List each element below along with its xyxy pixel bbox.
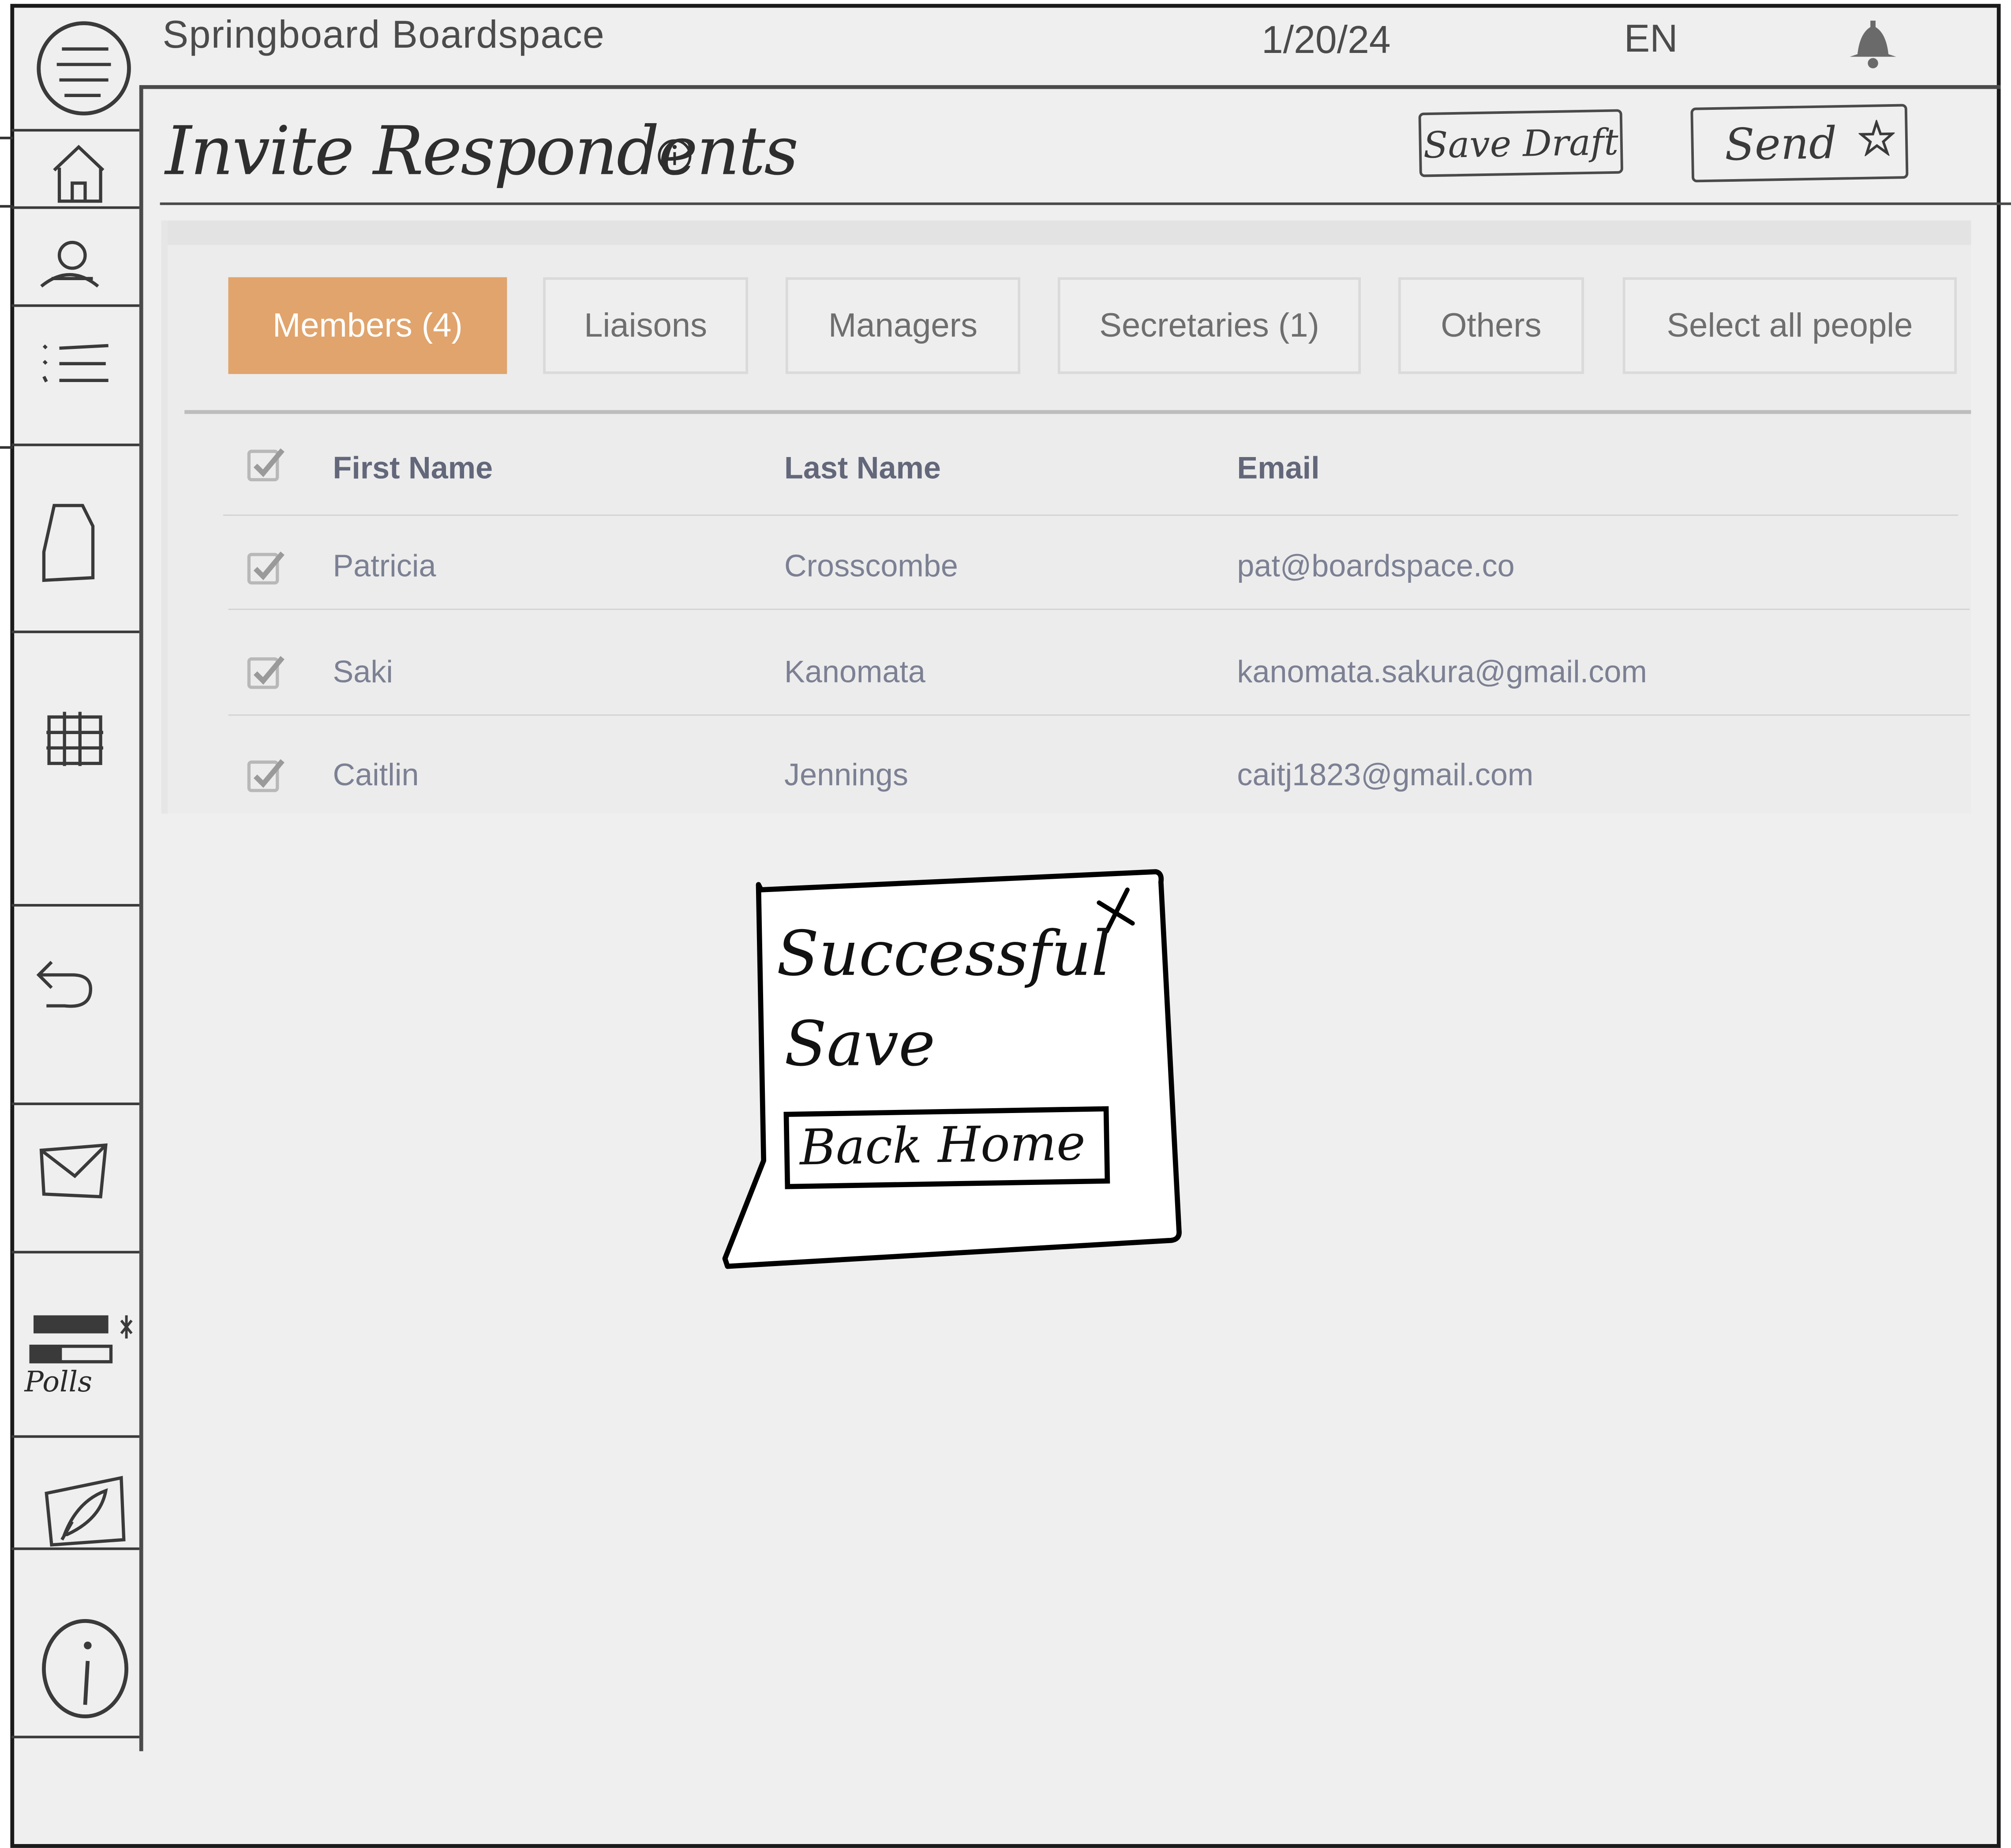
panel-top-bar: [161, 220, 1971, 245]
tab-liaisons[interactable]: Liaisons: [543, 277, 749, 374]
cell-email: caitj1823@gmail.com: [1237, 758, 1534, 793]
tabs-divider: [184, 410, 1971, 414]
header-row-divider: [223, 514, 1959, 516]
sidebar-separator: [11, 630, 139, 633]
column-header-email[interactable]: Email: [1237, 451, 1319, 487]
page-title: Invite Respondents: [165, 113, 798, 191]
tab-select-all[interactable]: Select all people: [1622, 277, 1957, 374]
cell-first-name: Patricia: [333, 549, 436, 585]
column-header-first-name[interactable]: First Name: [333, 451, 493, 487]
sidebar-divider: [139, 87, 143, 1751]
sidebar-tick: [0, 446, 13, 449]
header-divider: [139, 85, 2001, 89]
save-draft-button[interactable]: Save Draft: [1418, 109, 1624, 177]
polls-label: Polls: [24, 1367, 93, 1399]
sidebar-separator: [11, 443, 139, 446]
sidebar-separator: [11, 129, 139, 132]
undo-icon[interactable]: [34, 957, 98, 1014]
column-header-last-name[interactable]: Last Name: [784, 451, 941, 487]
row-checkbox[interactable]: [247, 654, 285, 690]
bell-icon[interactable]: [1845, 18, 1902, 70]
user-icon[interactable]: [36, 240, 106, 294]
cell-last-name: Crosscombe: [784, 549, 958, 585]
sidebar-separator: [11, 1736, 139, 1739]
cell-first-name: Saki: [333, 655, 393, 690]
grid-icon[interactable]: [44, 709, 108, 768]
sidebar-tick: [0, 136, 13, 139]
select-all-checkbox[interactable]: [247, 446, 285, 482]
back-home-button[interactable]: Back Home: [783, 1106, 1110, 1189]
polls-icon[interactable]: [26, 1310, 139, 1369]
row-checkbox[interactable]: [247, 757, 285, 793]
star-icon: [1858, 120, 1895, 157]
cell-last-name: Kanomata: [784, 655, 925, 690]
row-checkbox[interactable]: [247, 549, 285, 585]
info-icon[interactable]: [655, 137, 694, 176]
dialog-message-line2: Save: [784, 1008, 936, 1081]
tab-members[interactable]: Members (4): [228, 277, 507, 374]
back-home-label: Back Home: [799, 1114, 1086, 1176]
row-divider: [228, 608, 1970, 610]
edit-icon[interactable]: [39, 1475, 129, 1550]
sidebar-separator: [11, 1251, 139, 1254]
list-icon[interactable]: [36, 338, 116, 390]
language-selector[interactable]: EN: [1624, 18, 1678, 62]
sidebar-separator: [11, 304, 139, 307]
success-dialog: Successful Save Back Home: [722, 869, 1184, 1271]
sidebar-separator: [11, 1102, 139, 1106]
tab-others[interactable]: Others: [1398, 277, 1584, 374]
tab-managers[interactable]: Managers: [785, 277, 1021, 374]
sidebar-tick: [0, 205, 13, 208]
cell-email: pat@boardspace.co: [1237, 549, 1515, 585]
send-button[interactable]: Send: [1690, 104, 1909, 183]
tab-secretaries[interactable]: Secretaries (1): [1057, 277, 1361, 374]
document-icon[interactable]: [39, 500, 98, 585]
home-icon[interactable]: [49, 142, 109, 204]
app-title: Springboard Boardspace: [162, 14, 605, 57]
cell-email: kanomata.sakura@gmail.com: [1237, 655, 1647, 690]
dialog-message-line1: Successful: [776, 918, 1111, 990]
send-button-label: Send: [1724, 118, 1838, 172]
mail-icon[interactable]: [36, 1140, 111, 1202]
cell-last-name: Jennings: [784, 758, 908, 793]
row-divider: [228, 714, 1970, 716]
sidebar-separator: [11, 904, 139, 907]
sidebar-separator: [11, 1435, 139, 1438]
cell-first-name: Caitlin: [333, 758, 419, 793]
panel-left-edge: [161, 220, 168, 814]
title-divider: [160, 202, 2011, 205]
header-date: 1/20/24: [1261, 19, 1391, 62]
sidebar-separator: [11, 206, 139, 209]
info-icon[interactable]: [39, 1612, 132, 1721]
menu-icon[interactable]: [34, 18, 134, 119]
